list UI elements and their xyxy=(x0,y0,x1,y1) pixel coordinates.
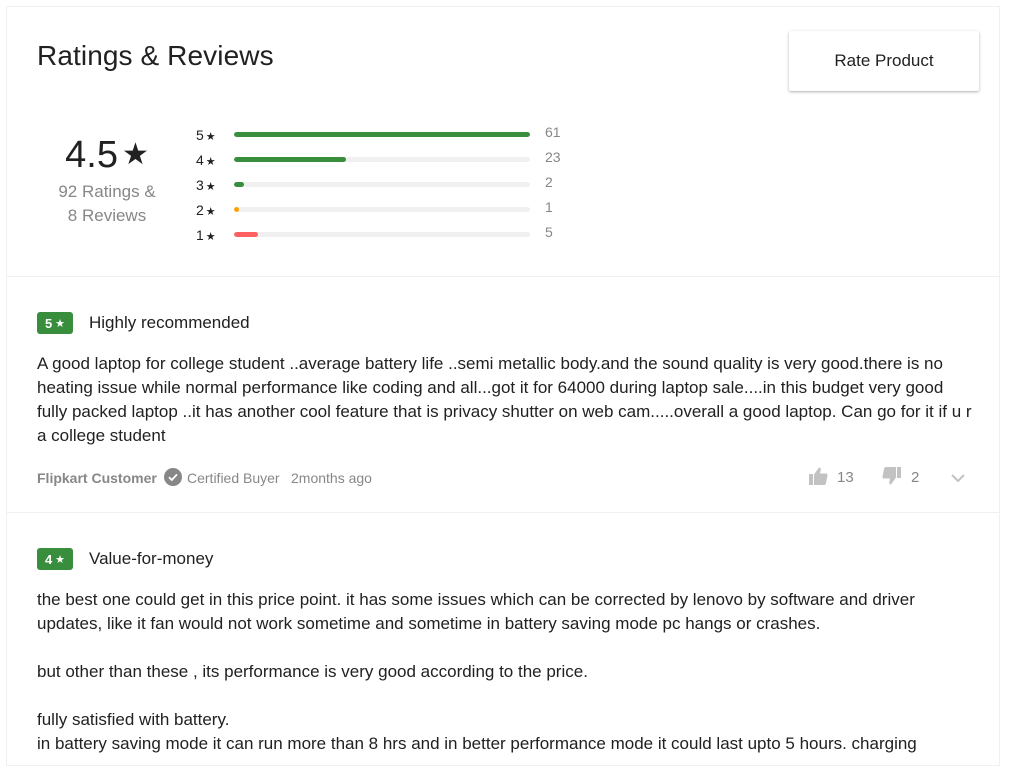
star-icon: ★ xyxy=(55,317,66,330)
average-rating: 4.5 xyxy=(65,133,118,176)
star-level: 4 xyxy=(196,152,204,168)
rating-distribution: 5 ★ 61 4 ★ 23 3 ★ 2 2 ★ 1 1 ★ 5 xyxy=(196,122,576,247)
dislike-count: 2 xyxy=(911,469,920,486)
badge-value: 4 xyxy=(44,551,53,567)
star-icon: ★ xyxy=(205,181,216,193)
star-icon: ★ xyxy=(205,206,216,218)
distribution-bar-track xyxy=(234,132,530,137)
distribution-count: 5 xyxy=(545,224,553,240)
distribution-bar-track xyxy=(234,207,530,212)
divider xyxy=(6,276,1000,277)
review-title: Highly recommended xyxy=(89,313,250,332)
distribution-row-5: 5 ★ 61 xyxy=(196,122,576,147)
distribution-label: 1 ★ xyxy=(196,227,216,243)
star-level: 2 xyxy=(196,202,204,218)
distribution-bar-fill xyxy=(234,232,259,237)
distribution-row-2: 2 ★ 1 xyxy=(196,197,576,222)
distribution-row-3: 3 ★ 2 xyxy=(196,172,576,197)
divider xyxy=(6,512,1000,513)
distribution-count: 2 xyxy=(545,174,553,190)
rating-summary: 4.5 ★ 92 Ratings & 8 Reviews xyxy=(40,130,174,228)
star-icon: ★ xyxy=(121,138,149,171)
star-level: 3 xyxy=(196,177,204,193)
distribution-bar-fill xyxy=(234,182,244,187)
star-level: 1 xyxy=(196,227,204,243)
badge-value: 5 xyxy=(44,315,53,331)
section-title: Ratings & Reviews xyxy=(37,40,274,71)
review-item: 5 ★ Highly recommended A good laptop for… xyxy=(37,311,977,494)
review-title: Value-for-money xyxy=(89,549,214,568)
distribution-label: 4 ★ xyxy=(196,152,216,168)
distribution-bar-track xyxy=(234,232,530,237)
distribution-label: 2 ★ xyxy=(196,202,216,218)
review-text: the best one could get in this price poi… xyxy=(37,590,917,753)
distribution-bar-track xyxy=(234,182,530,187)
reviews-count: 8 Reviews xyxy=(67,206,147,225)
review-author: Flipkart Customer xyxy=(37,470,157,486)
ratings-count: 92 Ratings & xyxy=(58,182,156,201)
distribution-row-4: 4 ★ 23 xyxy=(196,147,576,172)
distribution-count: 1 xyxy=(545,199,553,215)
thumbs-up-icon[interactable] xyxy=(808,466,828,491)
star-icon: ★ xyxy=(205,131,216,143)
star-icon: ★ xyxy=(205,156,216,168)
distribution-label: 5 ★ xyxy=(196,127,216,143)
distribution-count: 61 xyxy=(545,124,561,140)
distribution-count: 23 xyxy=(545,149,561,165)
chevron-down-icon[interactable] xyxy=(950,471,966,489)
check-circle-icon xyxy=(164,468,182,486)
rating-badge: 4 ★ xyxy=(37,548,73,570)
certified-buyer-label: Certified Buyer xyxy=(187,470,280,486)
rating-badge: 5 ★ xyxy=(37,312,73,334)
rate-product-button[interactable]: Rate Product xyxy=(789,31,979,91)
review-meta: Flipkart Customer Certified Buyer 2month… xyxy=(37,464,977,494)
like-count: 13 xyxy=(837,469,854,486)
review-text: A good laptop for college student ..aver… xyxy=(37,354,977,445)
distribution-bar-fill xyxy=(234,132,530,137)
star-level: 5 xyxy=(196,127,204,143)
star-icon: ★ xyxy=(205,231,216,243)
review-item: 4 ★ Value-for-money the best one could g… xyxy=(37,547,977,756)
distribution-bar-track xyxy=(234,157,530,162)
star-icon: ★ xyxy=(55,553,66,566)
distribution-label: 3 ★ xyxy=(196,177,216,193)
distribution-bar-fill xyxy=(234,157,346,162)
review-time: 2months ago xyxy=(291,470,372,486)
distribution-bar-fill xyxy=(234,207,239,212)
thumbs-down-icon[interactable] xyxy=(882,466,902,491)
distribution-row-1: 1 ★ 5 xyxy=(196,222,576,247)
